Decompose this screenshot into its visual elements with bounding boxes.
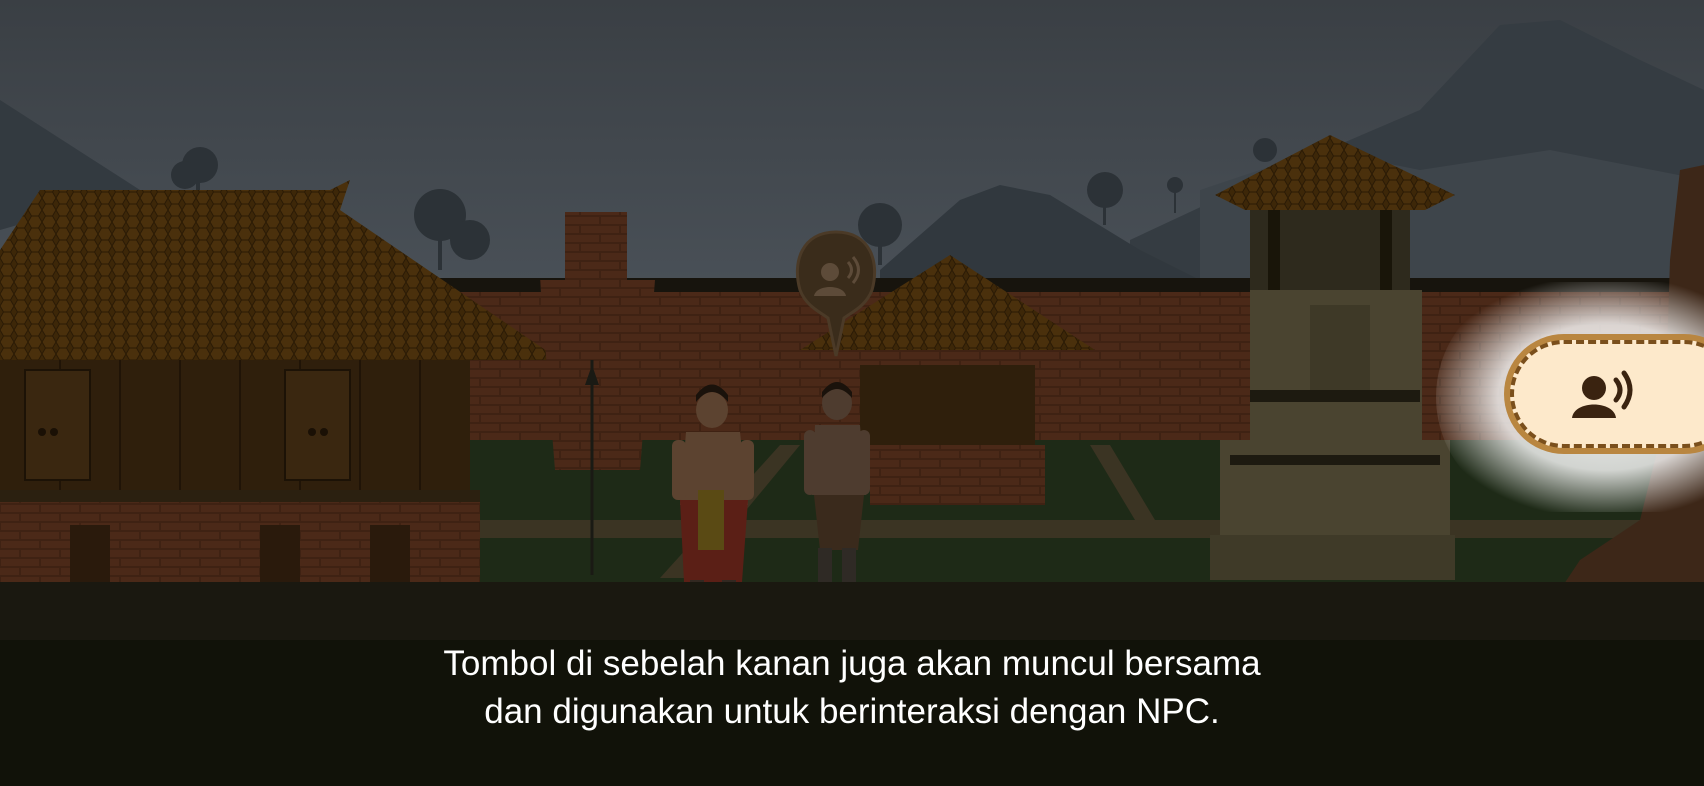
interact-button[interactable]: [1504, 334, 1704, 454]
tutorial-caption-panel: Tombol di sebelah kanan juga akan muncul…: [0, 640, 1704, 786]
caption-line-2: dan digunakan untuk berinteraksi dengan …: [484, 692, 1220, 731]
interact-button-face: [1510, 340, 1704, 448]
caption-line-1: Tombol di sebelah kanan juga akan muncul…: [443, 644, 1261, 683]
talk-icon: [1572, 370, 1633, 418]
game-screen: Tombol di sebelah kanan juga akan muncul…: [0, 0, 1704, 786]
caption-top-band: [0, 582, 1704, 642]
tutorial-caption-text: Tombol di sebelah kanan juga akan muncul…: [352, 640, 1352, 736]
